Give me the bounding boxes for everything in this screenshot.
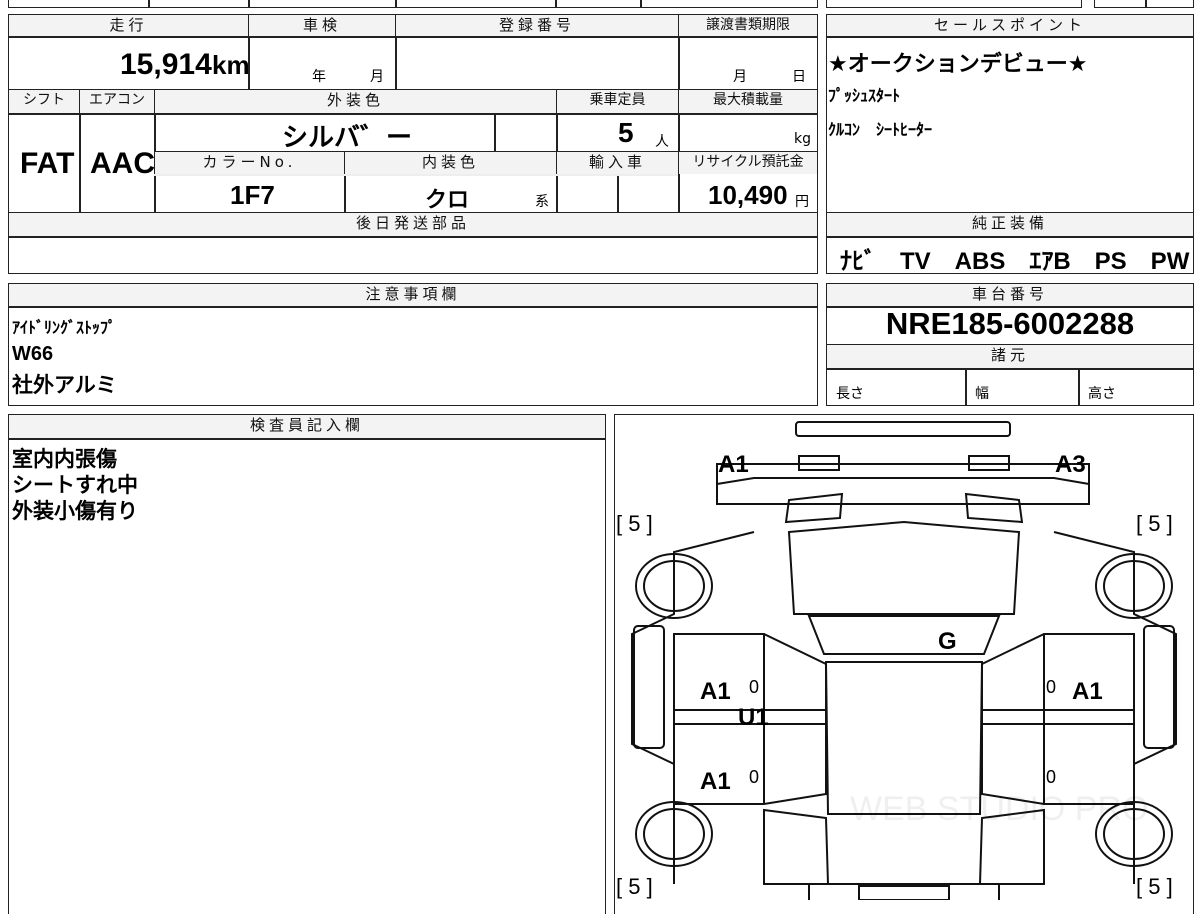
- mileage-unit: km: [212, 50, 250, 80]
- factory-equipment-value: ﾅﾋﾞ TV ABS ｴｱB PS PW: [840, 248, 1190, 275]
- tread-right-bottom: [ 5 ]: [1136, 874, 1173, 899]
- header-specs: 諸元: [827, 345, 1193, 368]
- shaken-year-unit: 年: [312, 69, 326, 85]
- header-import: 輸入車: [557, 152, 678, 174]
- watermark: WEB STUDIO PRO: [850, 790, 1149, 828]
- notes-line-2: W66: [12, 343, 54, 365]
- sales-point-line-3: ｸﾙｺﾝ ｼｰﾄﾋｰﾀｰ: [828, 120, 933, 139]
- spec-height-label: 高さ: [1088, 386, 1116, 402]
- mark-front-left: A1: [718, 451, 749, 478]
- header-exterior-color: 外装色: [155, 90, 556, 113]
- tread-right-top: [ 5 ]: [1136, 511, 1173, 536]
- mark-front-right: A3: [1055, 451, 1086, 478]
- mark-left-rear-door: A1: [700, 768, 731, 795]
- header-notes: 注意事項欄: [9, 284, 817, 306]
- mark-right-front-door: A1: [1072, 678, 1103, 705]
- header-recycle: リサイクル預託金: [679, 152, 817, 174]
- header-inspector: 検査員記入欄: [9, 415, 605, 438]
- header-factory-equipment: 純正装備: [827, 213, 1193, 236]
- header-later-parts: 後日発送部品: [9, 213, 817, 236]
- recycle-unit: 円: [795, 194, 809, 210]
- interior-color-suffix: 系: [535, 194, 549, 210]
- zero-left-front: 0: [749, 677, 760, 697]
- header-chassis-no: 車台番号: [827, 284, 1193, 306]
- recycle-value: 10,490: [708, 180, 788, 210]
- capacity-value: 5: [618, 117, 634, 148]
- tread-left-top: [ 5 ]: [616, 511, 653, 536]
- shift-value: FAT: [20, 147, 75, 180]
- shaken-month-unit: 月: [370, 69, 384, 85]
- tread-left-bottom: [ 5 ]: [616, 874, 653, 899]
- color-no-value: 1F7: [230, 180, 275, 210]
- mark-windshield: G: [938, 628, 957, 655]
- header-shift: シフト: [9, 90, 79, 113]
- interior-color-value: クロ: [425, 187, 470, 212]
- header-color-no: カラーNo.: [155, 152, 344, 174]
- header-aircon: エアコン: [80, 90, 154, 113]
- mark-left-lower: U1: [738, 704, 769, 731]
- deadline-day-unit: 日: [792, 69, 806, 85]
- sales-point-line-2: ﾌﾟｯｼｭｽﾀｰﾄ: [828, 86, 901, 105]
- header-max-load: 最大積載量: [679, 90, 817, 113]
- exterior-color-value: シルバ゛ー: [282, 122, 413, 152]
- header-capacity: 乗車定員: [557, 90, 678, 113]
- notes-line-3: 社外アルミ: [12, 373, 117, 397]
- aircon-value: AAC: [90, 147, 155, 180]
- inspector-line-3: 外装小傷有り: [12, 499, 138, 523]
- sales-point-line-1: ★オークションデビュー★: [828, 52, 1088, 77]
- header-mileage: 走行: [9, 15, 248, 36]
- capacity-unit: 人: [655, 134, 669, 150]
- header-shaken: 車検: [249, 15, 395, 36]
- header-transfer-deadline: 譲渡書類期限: [679, 15, 817, 36]
- header-registration: 登録番号: [396, 15, 678, 36]
- mark-left-front-door: A1: [700, 678, 731, 705]
- top-strip: [8, 0, 818, 8]
- header-interior-color: 内装色: [345, 152, 556, 174]
- spec-width-label: 幅: [975, 386, 989, 402]
- zero-left-rear: 0: [749, 767, 760, 787]
- mileage-value: 15,914: [120, 48, 212, 81]
- zero-right-front: 0: [1046, 677, 1057, 697]
- deadline-month-unit: 月: [733, 69, 747, 85]
- spec-length-label: 長さ: [836, 386, 864, 402]
- chassis-no-value: NRE185-6002288: [885, 306, 1135, 341]
- load-unit: kg: [794, 131, 811, 147]
- header-sales-point: セールスポイント: [827, 15, 1193, 36]
- zero-right-rear: 0: [1046, 767, 1057, 787]
